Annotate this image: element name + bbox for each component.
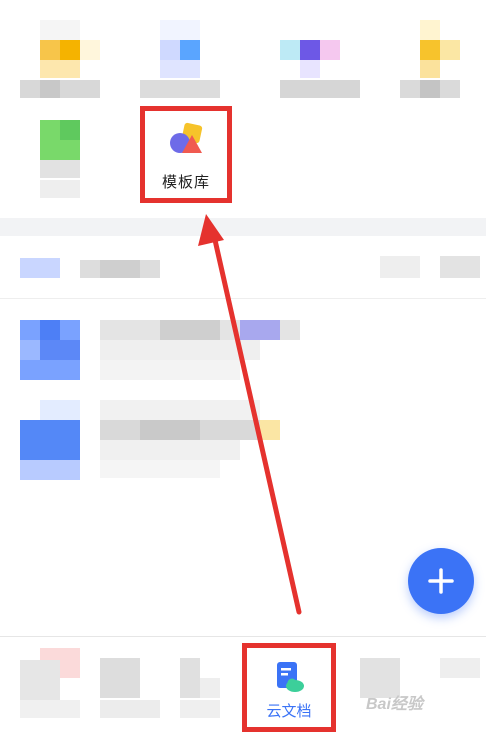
cloud-doc-icon <box>277 662 304 692</box>
add-fab-button[interactable] <box>408 548 474 614</box>
watermark: Bai经验 <box>366 696 423 713</box>
plus-icon <box>428 568 454 594</box>
tab-cloud-docs-label: 云文档 <box>266 702 312 720</box>
tab-cloud-docs[interactable]: 云文档 <box>242 643 336 732</box>
annotation-arrow <box>198 214 302 615</box>
